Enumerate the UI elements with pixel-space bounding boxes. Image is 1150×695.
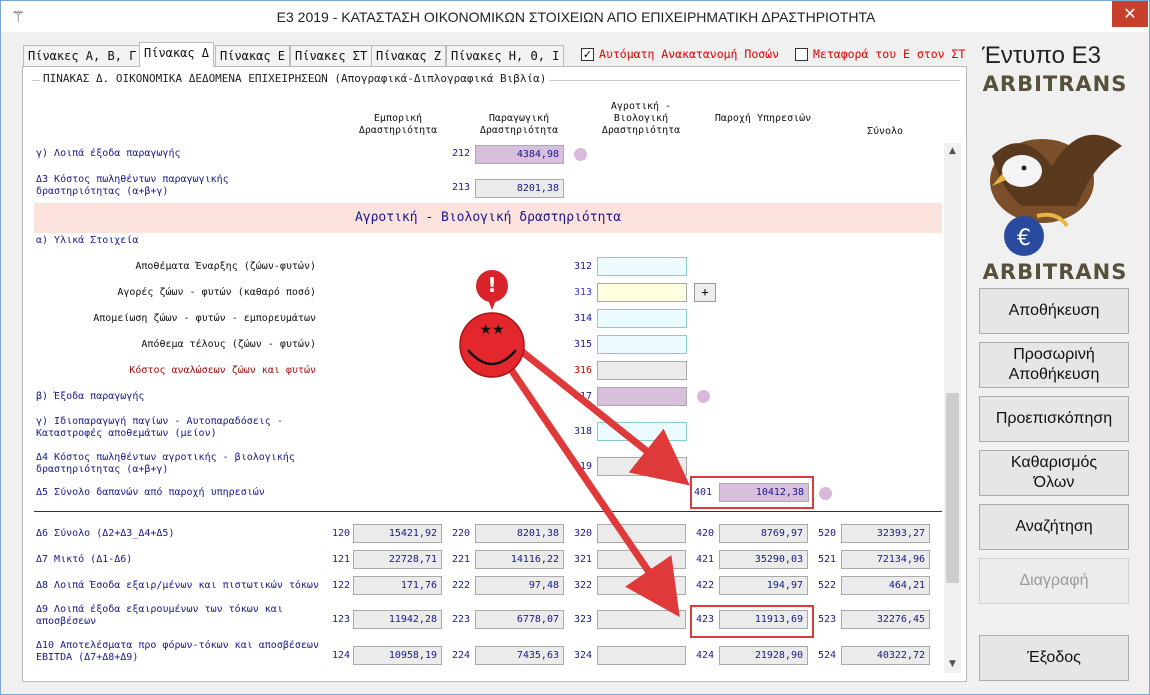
eagle-logo: € [990, 134, 1122, 256]
clear-all-button[interactable]: Καθαρισμός Όλων [979, 450, 1129, 496]
tab-d[interactable]: Πίνακας Δ [139, 42, 215, 67]
preview-button[interactable]: Προεπισκόπηση [979, 396, 1129, 442]
delete-button[interactable]: Διαγραφή [979, 558, 1129, 604]
alert-mark: ! [487, 273, 497, 297]
brand-bottom: ARBITRANS [982, 260, 1128, 284]
save-button[interactable]: Αποθήκευση [979, 288, 1129, 334]
search-button[interactable]: Αναζήτηση [979, 504, 1129, 550]
annotation-overlay [459, 268, 690, 618]
brand-top: ARBITRANS [982, 72, 1128, 96]
exit-button[interactable]: Έξοδος [979, 635, 1129, 681]
alert-pointer [488, 300, 496, 310]
form-title: Έντυπο Ε3 [982, 42, 1102, 69]
arrow-to-401 [517, 347, 690, 486]
temp-save-button[interactable]: Προσωρινή Αποθήκευση [979, 342, 1129, 388]
smiley-eyes: ★★ [479, 322, 505, 338]
svg-text:€: € [1017, 226, 1031, 251]
